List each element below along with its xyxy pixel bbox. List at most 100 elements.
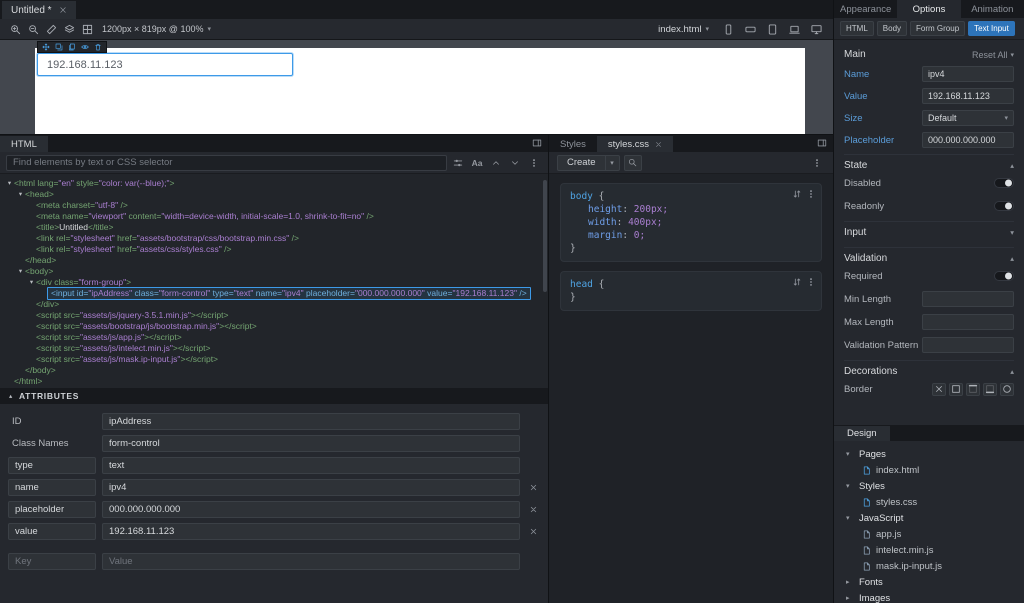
page-canvas[interactable] [35,48,805,134]
css-selector[interactable]: head [570,279,593,290]
attribute-value-input[interactable] [102,435,520,452]
expand-arrow-icon[interactable]: ▾ [846,450,854,458]
match-case-button[interactable]: Aa [469,155,485,171]
layers-icon[interactable] [60,20,78,38]
duplicate-icon[interactable] [53,42,65,52]
attribute-key-input[interactable] [8,479,96,496]
css-declaration[interactable]: margin: 0; [570,229,812,242]
collapse-arrow-icon[interactable]: ▸ [846,594,854,602]
tree-node[interactable]: ▾ <html lang="en" style="color: var(--blu… [0,178,548,189]
design-group-javascript[interactable]: ▾ JavaScript [834,510,1024,526]
design-file-intelect-min-js[interactable]: intelect.min.js [834,542,1024,558]
page-selector-dropdown[interactable]: index.html ▾ [658,24,709,35]
tree-node[interactable]: <script src="assets/js/intelect.min.js">… [0,343,548,354]
viewport-size-dropdown[interactable]: 1200px × 819px @ 100% ▾ [102,24,211,34]
tree-node[interactable]: ▾ <body> [0,266,548,277]
design-group-fonts[interactable]: ▸ Fonts [834,574,1024,590]
tree-node[interactable]: <script src="assets/js/mask.ip-input.js"… [0,354,548,365]
section-state[interactable]: State ▴ [844,154,1014,175]
tab-html[interactable]: HTML [0,136,48,152]
border-none-icon[interactable] [932,382,946,396]
css-declaration[interactable]: width: 400px; [570,216,812,229]
tree-node[interactable]: <title>Untitled</title> [0,222,548,233]
tablet-preview-icon[interactable] [763,20,781,38]
previous-match-icon[interactable] [488,155,504,171]
breadcrumb-html[interactable]: HTML [840,21,874,36]
validation-pattern-input[interactable] [922,337,1014,353]
collapse-icon[interactable]: ▴ [1010,367,1014,376]
expand-arrow-icon[interactable]: ▾ [846,514,854,522]
css-rule-card[interactable]: body {height: 200px; width: 400px; margin:… [560,183,822,262]
rule-menu-icon[interactable] [806,277,816,291]
tree-scrollbar[interactable] [543,180,547,292]
design-file-styles-css[interactable]: styles.css [834,494,1024,510]
collapse-icon[interactable]: ▴ [1010,254,1014,263]
expand-arrow-icon[interactable]: ▾ [16,266,25,277]
design-file-mask-ip-input-js[interactable]: mask.ip-input.js [834,558,1024,574]
tree-node[interactable]: <script src="assets/js/jquery-3.5.1.min.… [0,310,548,321]
design-group-images[interactable]: ▸ Images [834,590,1024,603]
move-icon[interactable] [40,42,52,52]
remove-attribute-icon[interactable] [526,527,540,536]
tree-node[interactable]: ▾ <head> [0,189,548,200]
expand-arrow-icon[interactable]: ▾ [16,189,25,200]
tree-node[interactable]: </head> [0,255,548,266]
disabled-toggle[interactable] [994,178,1014,188]
tree-node[interactable]: <meta charset="utf-8" /> [0,200,548,211]
tree-node[interactable]: </div> [0,299,548,310]
attribute-key-input[interactable] [8,523,96,540]
tree-node[interactable]: </body> [0,365,548,376]
breadcrumb-text-input[interactable]: Text Input [968,21,1015,36]
section-validation[interactable]: Validation ▴ [844,247,1014,268]
css-rule-card[interactable]: head {} [560,271,822,311]
attribute-key-input[interactable] [8,501,96,518]
required-toggle[interactable] [994,271,1014,281]
tree-node-selected[interactable]: <input id="ipAddress" class="form-contro… [0,287,548,300]
tab-styles-css[interactable]: styles.css [596,136,674,152]
tab-options[interactable]: Options [897,0,961,18]
close-tab-icon[interactable] [59,6,67,14]
tree-node[interactable]: <link rel="stylesheet" href="assets/boot… [0,233,548,244]
next-match-icon[interactable] [507,155,523,171]
tree-node[interactable]: <meta name="viewport" content="width=dev… [0,211,548,222]
css-declaration[interactable]: height: 200px; [570,203,812,216]
section-input[interactable]: Input ▾ [844,221,1014,242]
expand-arrow-icon[interactable]: ▾ [5,178,14,189]
phone-landscape-preview-icon[interactable] [741,20,759,38]
name-input[interactable] [922,66,1014,82]
chevron-down-icon[interactable]: ▾ [604,155,619,170]
canvas-ip-input[interactable] [37,53,293,76]
create-rule-button[interactable]: Create ▾ [557,154,620,171]
zoom-out-icon[interactable] [24,20,42,38]
max-length-input[interactable] [922,314,1014,330]
min-length-input[interactable] [922,291,1014,307]
element-search-input[interactable] [6,154,447,171]
remove-attribute-icon[interactable] [526,483,540,492]
value-input[interactable] [922,88,1014,104]
attributes-header[interactable]: ▴ ATTRIBUTES [0,388,548,404]
border-radius-icon[interactable] [1000,382,1014,396]
tab-animation[interactable]: Animation [961,0,1024,18]
document-tab[interactable]: Untitled * [2,1,76,19]
design-file-app-js[interactable]: app.js [834,526,1024,542]
expand-arrow-icon[interactable]: ▾ [27,277,36,288]
new-attribute-key-input[interactable] [8,553,96,570]
tree-menu-icon[interactable] [526,155,542,171]
measure-icon[interactable] [42,20,60,38]
reorder-rule-icon[interactable] [792,277,802,291]
size-select[interactable]: Default ▾ [922,110,1014,126]
dock-panel-icon[interactable] [817,138,827,148]
breadcrumb-body[interactable]: Body [876,21,908,36]
rule-menu-icon[interactable] [806,189,816,203]
dock-panel-icon[interactable] [532,138,542,148]
attribute-value-input[interactable] [102,501,520,518]
tab-styles[interactable]: Styles [549,136,597,152]
laptop-preview-icon[interactable] [785,20,803,38]
design-group-pages[interactable]: ▾ Pages [834,446,1024,462]
zoom-in-icon[interactable] [6,20,24,38]
phone-preview-icon[interactable] [719,20,737,38]
breadcrumb-form-group[interactable]: Form Group [910,21,966,36]
eye-icon[interactable] [79,42,91,52]
grid-icon[interactable] [78,20,96,38]
readonly-toggle[interactable] [994,201,1014,211]
